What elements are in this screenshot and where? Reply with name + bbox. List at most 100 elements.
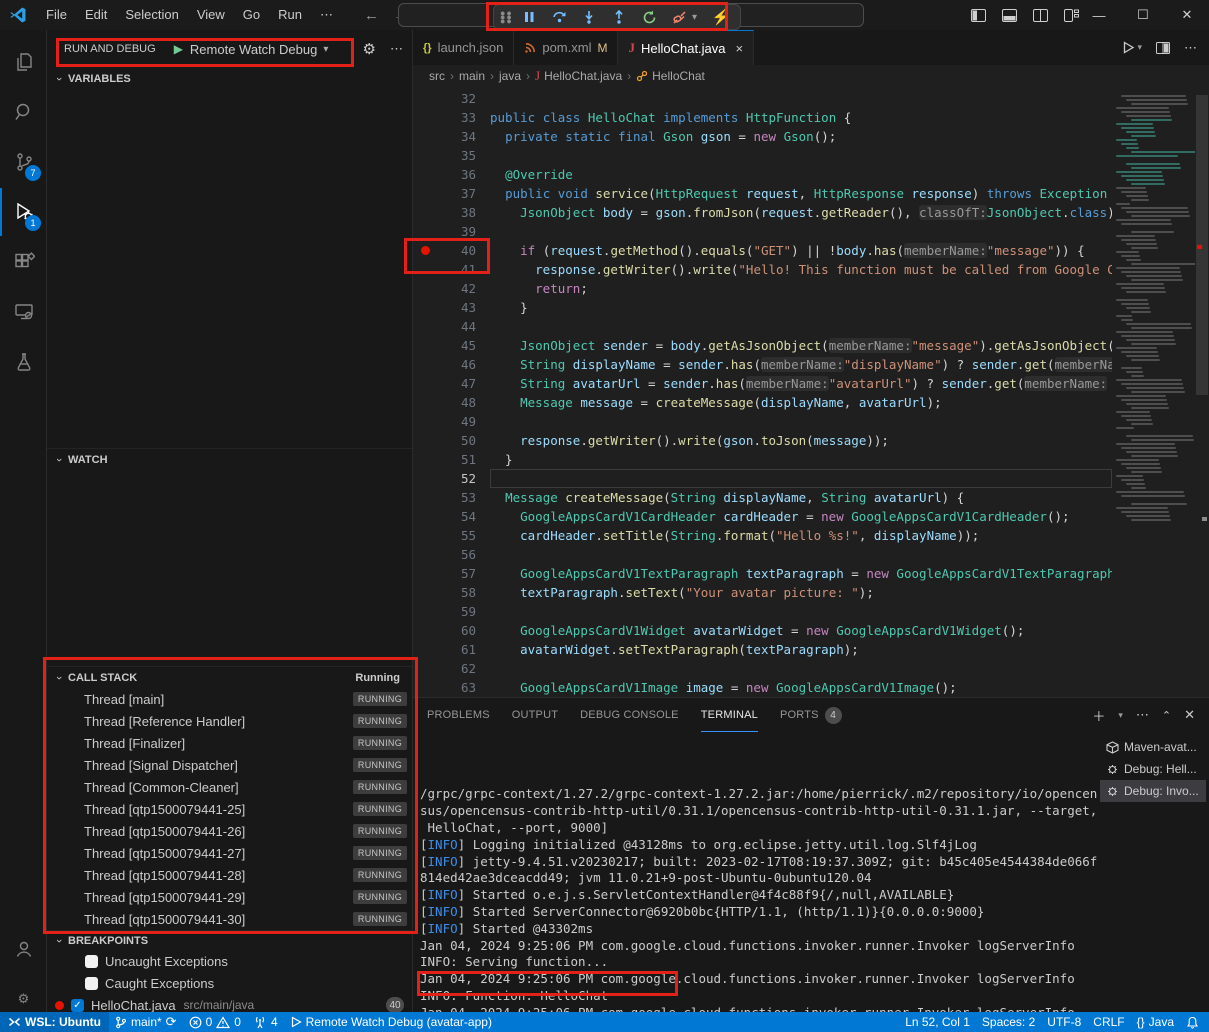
code-line[interactable]: 58 textParagraph.setText("Your avatar pi… bbox=[413, 583, 1112, 602]
maximize-button[interactable]: ☐ bbox=[1121, 0, 1165, 30]
code-line[interactable]: 44 bbox=[413, 317, 1112, 336]
thread-row[interactable]: Thread [main] RUNNING bbox=[47, 688, 412, 710]
thread-row[interactable]: Thread [Common-Cleaner] RUNNING bbox=[47, 776, 412, 798]
code-line[interactable]: 45 JsonObject sender = body.getAsJsonObj… bbox=[413, 336, 1112, 355]
git-branch-indicator[interactable]: main* ⟳ bbox=[109, 1012, 183, 1032]
line-gutter[interactable]: 37 bbox=[413, 184, 490, 203]
line-gutter[interactable]: 61 bbox=[413, 640, 490, 659]
tab-output[interactable]: OUTPUT bbox=[512, 698, 558, 732]
thread-row[interactable]: Thread [Finalizer] RUNNING bbox=[47, 732, 412, 754]
line-gutter[interactable]: 36 bbox=[413, 165, 490, 184]
close-window-button[interactable]: ✕ bbox=[1165, 0, 1209, 30]
line-gutter[interactable]: 33 bbox=[413, 108, 490, 127]
line-gutter[interactable]: 49 bbox=[413, 412, 490, 431]
tab-ports[interactable]: PORTS4 bbox=[780, 698, 842, 732]
language-indicator[interactable]: {}Java bbox=[1131, 1012, 1180, 1032]
toolbar-grip-icon[interactable]: ●●●●●● bbox=[500, 11, 512, 23]
menu-item[interactable]: Edit bbox=[76, 4, 116, 26]
line-gutter[interactable]: 44 bbox=[413, 317, 490, 336]
code-line[interactable]: 47 String avatarUrl = sender.has(memberN… bbox=[413, 374, 1112, 393]
line-gutter[interactable]: 60 bbox=[413, 621, 490, 640]
restart-button[interactable] bbox=[636, 6, 662, 28]
extensions-icon[interactable] bbox=[0, 238, 47, 286]
line-gutter[interactable]: 54 bbox=[413, 507, 490, 526]
code-line[interactable]: 38 JsonObject body = gson.fromJson(reque… bbox=[413, 203, 1112, 222]
problems-indicator[interactable]: 0 0 bbox=[183, 1012, 247, 1032]
menu-item[interactable]: View bbox=[188, 4, 234, 26]
breakpoint-row-caught[interactable]: Caught Exceptions bbox=[47, 972, 412, 994]
editor-scrollbar[interactable] bbox=[1195, 87, 1209, 697]
thread-row[interactable]: Thread [qtp1500079441-29] RUNNING bbox=[47, 886, 412, 908]
line-gutter[interactable]: 43 bbox=[413, 298, 490, 317]
watch-section-header[interactable]: › WATCH bbox=[47, 448, 412, 470]
run-and-debug-icon[interactable]: 1 bbox=[0, 188, 47, 236]
disconnect-button[interactable] bbox=[666, 6, 692, 28]
code-line[interactable]: 50 response.getWriter().write(gson.toJso… bbox=[413, 431, 1112, 450]
line-gutter[interactable]: 40 bbox=[413, 241, 490, 260]
code-line[interactable]: 35 bbox=[413, 146, 1112, 165]
line-gutter[interactable]: 57 bbox=[413, 564, 490, 583]
thread-row[interactable]: Thread [qtp1500079441-28] RUNNING bbox=[47, 864, 412, 886]
line-gutter[interactable]: 62 bbox=[413, 659, 490, 678]
close-panel-icon[interactable]: ✕ bbox=[1184, 707, 1195, 723]
line-gutter[interactable]: 48 bbox=[413, 393, 490, 412]
hot-code-replace-icon[interactable]: ⚡ bbox=[708, 6, 734, 28]
eol-indicator[interactable]: CRLF bbox=[1087, 1012, 1130, 1032]
step-into-button[interactable] bbox=[576, 6, 602, 28]
line-gutter[interactable]: 63 bbox=[413, 678, 490, 697]
code-line[interactable]: 42 return; bbox=[413, 279, 1112, 298]
variables-section-header[interactable]: › VARIABLES bbox=[47, 68, 412, 90]
cursor-position-indicator[interactable]: Ln 52, Col 1 bbox=[899, 1012, 976, 1032]
code-line[interactable]: 55 cardHeader.setTitle(String.format("He… bbox=[413, 526, 1112, 545]
code-line[interactable]: 37 public void service(HttpRequest reque… bbox=[413, 184, 1112, 203]
code-line[interactable]: 48 Message message = createMessage(displ… bbox=[413, 393, 1112, 412]
code-line[interactable]: 32 bbox=[413, 89, 1112, 108]
more-actions-icon[interactable]: ⋯ bbox=[390, 41, 404, 57]
line-gutter[interactable]: 39 bbox=[413, 222, 490, 241]
code-line[interactable]: 40 if (request.getMethod().equals("GET")… bbox=[413, 241, 1112, 260]
menu-item[interactable]: File bbox=[37, 4, 76, 26]
code-line[interactable]: 59 bbox=[413, 602, 1112, 621]
tab-hellochat-java[interactable]: J HelloChat.java × bbox=[618, 30, 754, 65]
session-maven[interactable]: Maven-avat... bbox=[1100, 736, 1206, 758]
caught-exceptions-checkbox[interactable] bbox=[85, 977, 98, 990]
line-gutter[interactable]: 47 bbox=[413, 374, 490, 393]
breakpoints-section-header[interactable]: › BREAKPOINTS bbox=[47, 930, 412, 950]
call-stack-section-header[interactable]: › CALL STACK Running bbox=[47, 666, 412, 688]
remote-indicator[interactable]: WSL: Ubuntu bbox=[0, 1012, 109, 1032]
line-gutter[interactable]: 38 bbox=[413, 203, 490, 222]
uncaught-exceptions-checkbox[interactable] bbox=[85, 955, 98, 968]
split-editor-icon[interactable] bbox=[1156, 42, 1170, 54]
start-debug-icon[interactable]: ▶ bbox=[174, 42, 183, 56]
line-gutter[interactable]: 35 bbox=[413, 146, 490, 165]
line-gutter[interactable]: 46 bbox=[413, 355, 490, 374]
tab-terminal[interactable]: TERMINAL bbox=[701, 698, 758, 732]
breakpoint-row-uncaught[interactable]: Uncaught Exceptions bbox=[47, 950, 412, 972]
code-line[interactable]: 46 String displayName = sender.has(membe… bbox=[413, 355, 1112, 374]
menu-item[interactable]: Go bbox=[234, 4, 269, 26]
line-gutter[interactable]: 56 bbox=[413, 545, 490, 564]
line-gutter[interactable]: 32 bbox=[413, 89, 490, 108]
remote-explorer-icon[interactable] bbox=[0, 288, 47, 336]
disconnect-dropdown-icon[interactable]: ▾ bbox=[692, 12, 704, 23]
forwarded-ports-indicator[interactable]: 4 bbox=[247, 1012, 284, 1032]
terminal-dropdown-icon[interactable]: ▾ bbox=[1118, 710, 1123, 721]
thread-row[interactable]: Thread [qtp1500079441-26] RUNNING bbox=[47, 820, 412, 842]
panel-more-icon[interactable]: ⋯ bbox=[1136, 707, 1149, 723]
code-line[interactable]: 62 bbox=[413, 659, 1112, 678]
testing-icon[interactable] bbox=[0, 338, 47, 386]
pause-button[interactable] bbox=[516, 6, 542, 28]
menu-item[interactable]: Run bbox=[269, 4, 311, 26]
editor-more-actions-icon[interactable]: ⋯ bbox=[1184, 40, 1197, 56]
thread-row[interactable]: Thread [qtp1500079441-30] RUNNING bbox=[47, 908, 412, 930]
session-debug-invoker[interactable]: Debug: Invo... bbox=[1100, 780, 1206, 802]
code-line[interactable]: 56 bbox=[413, 545, 1112, 564]
encoding-indicator[interactable]: UTF-8 bbox=[1041, 1012, 1087, 1032]
code-line[interactable]: 49 bbox=[413, 412, 1112, 431]
run-dropdown-icon[interactable]: ▾ bbox=[1137, 42, 1142, 53]
line-gutter[interactable]: 58 bbox=[413, 583, 490, 602]
split-layout-icon[interactable] bbox=[1033, 9, 1048, 22]
code-line[interactable]: 52 bbox=[413, 469, 1112, 488]
line-gutter[interactable]: 53 bbox=[413, 488, 490, 507]
code-line[interactable]: 43 } bbox=[413, 298, 1112, 317]
